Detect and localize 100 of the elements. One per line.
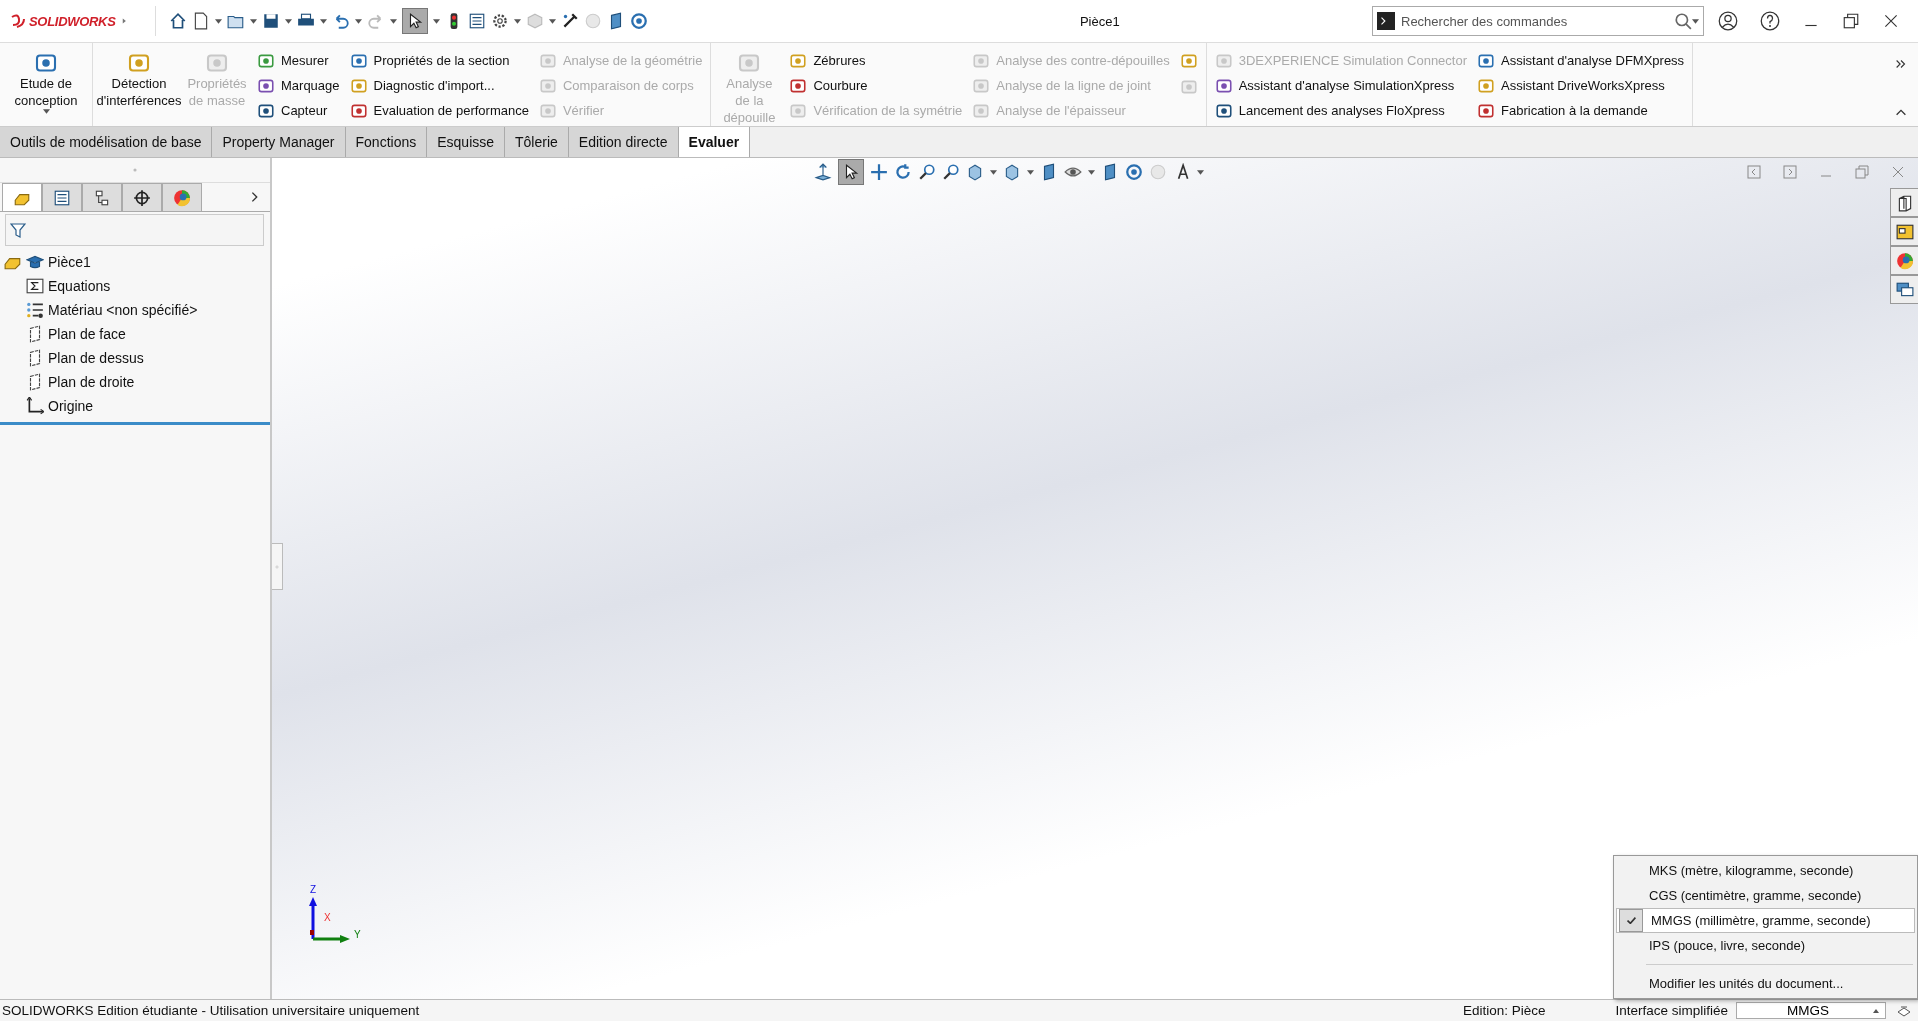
- tree-item[interactable]: Equations: [48, 278, 111, 294]
- ribbon-button[interactable]: Courbure: [787, 74, 965, 97]
- edit-mode-label: Edition: Pièce: [1462, 1003, 1546, 1018]
- zoom-icon[interactable]: [918, 163, 936, 181]
- caret-icon[interactable]: [249, 18, 257, 24]
- tree-item[interactable]: Matériau <non spécifié>: [48, 302, 198, 318]
- ribbon-button[interactable]: Mesurer: [255, 49, 342, 72]
- ribbon-button[interactable]: Etude de conception: [6, 47, 86, 122]
- tree-item[interactable]: Pièce1: [48, 254, 91, 270]
- axis-label: Z: [310, 884, 317, 895]
- spiral-icon[interactable]: [1125, 163, 1143, 181]
- ribbon-button[interactable]: Assistant d'analyse DFMXpress: [1475, 49, 1687, 72]
- panel-tab[interactable]: [82, 183, 122, 211]
- tab[interactable]: Outils de modélisation de base: [0, 127, 213, 157]
- ribbon-button[interactable]: Propriétés de la section: [347, 49, 531, 72]
- home-icon[interactable]: [168, 12, 187, 30]
- task-pane-tab[interactable]: [1890, 246, 1918, 275]
- caret-up-icon: [1873, 1008, 1879, 1013]
- double-chevron-icon[interactable]: [1894, 57, 1908, 71]
- material-icon: [26, 301, 44, 319]
- sigma-folder-icon: [26, 277, 44, 295]
- splitter-handle[interactable]: [272, 543, 283, 590]
- task-pane-tab[interactable]: [1890, 188, 1918, 217]
- ribbon-button[interactable]: Fabrication à la demande: [1475, 99, 1687, 122]
- list-icon[interactable]: [467, 12, 486, 30]
- panel-tab[interactable]: [122, 183, 162, 211]
- logo-icon: [10, 13, 26, 29]
- menu-item[interactable]: MMGS (millimètre, gramme, seconde): [1616, 908, 1915, 933]
- task-pane-tab[interactable]: [1890, 275, 1918, 304]
- tool-icon: [127, 51, 151, 75]
- units-dropdown[interactable]: MMGS: [1736, 1002, 1886, 1019]
- tool-icon: [205, 51, 229, 75]
- filter-icon[interactable]: [10, 221, 26, 239]
- caret-icon[interactable]: [513, 18, 521, 24]
- caret-icon[interactable]: [548, 18, 556, 24]
- tab[interactable]: Tôlerie: [505, 127, 569, 157]
- interface-label[interactable]: Interface simplifiée: [1615, 1003, 1728, 1018]
- caret-icon[interactable]: [1088, 169, 1095, 175]
- color-wheel-icon: [173, 188, 191, 207]
- tool-icon: [1179, 78, 1198, 96]
- tab[interactable]: Evaluer: [678, 127, 751, 157]
- caret-icon[interactable]: [1197, 169, 1204, 175]
- panel-tab[interactable]: [42, 183, 82, 211]
- chat-icon[interactable]: [1895, 280, 1914, 299]
- caret-icon[interactable]: [1027, 169, 1034, 175]
- tree-item[interactable]: Plan de dessus: [48, 350, 144, 366]
- ribbon-button[interactable]: Lancement des analyses FloXpress: [1212, 99, 1469, 122]
- ribbon-button[interactable]: Evaluation de performance: [347, 99, 531, 122]
- caret-icon[interactable]: [354, 18, 362, 24]
- tree-item[interactable]: Plan de face: [48, 326, 126, 342]
- settings-icon[interactable]: [490, 12, 509, 30]
- status-text: SOLIDWORKS Edition étudiante - Utilisation universitaire uniquement: [1, 1003, 421, 1018]
- close-icon[interactable]: [1882, 12, 1900, 30]
- tab[interactable]: Fonctions: [345, 127, 428, 157]
- menu-item[interactable]: Modifier les unités du document...: [1616, 971, 1915, 996]
- zoom-icon[interactable]: [942, 163, 960, 181]
- tab[interactable]: Property Manager: [212, 127, 346, 157]
- menu-item[interactable]: IPS (pouce, livre, seconde): [1616, 933, 1915, 958]
- explorer-icon[interactable]: [1895, 222, 1914, 241]
- spiral-icon[interactable]: [629, 12, 648, 30]
- view-cube-icon[interactable]: [966, 163, 984, 181]
- ribbon-button[interactable]: Assistant DriveWorksXpress: [1475, 74, 1687, 97]
- appearance-icon[interactable]: [1895, 251, 1914, 270]
- rotate-icon[interactable]: [894, 163, 912, 181]
- caret-icon[interactable]: [284, 18, 292, 24]
- menu-item[interactable]: MKS (mètre, kilogramme, seconde): [1616, 858, 1915, 883]
- tool-icon: [1179, 52, 1198, 70]
- caret-icon[interactable]: [432, 18, 440, 24]
- ribbon-button[interactable]: Zébrures: [787, 49, 965, 72]
- caret-icon[interactable]: [389, 18, 397, 24]
- move-icon[interactable]: [870, 163, 888, 181]
- filter-field[interactable]: [5, 214, 264, 246]
- normal-to-icon[interactable]: [814, 163, 832, 181]
- user-icon[interactable]: [1718, 11, 1738, 31]
- view-cube-icon[interactable]: [1003, 163, 1021, 181]
- ribbon-button[interactable]: Assistant d'analyse SimulationXpress: [1212, 74, 1469, 97]
- caret-icon[interactable]: [214, 18, 222, 24]
- tab[interactable]: Esquisse: [427, 127, 506, 157]
- caret-icon[interactable]: [42, 109, 50, 114]
- panel-left-icon[interactable]: [1746, 164, 1762, 180]
- caret-icon[interactable]: [1692, 18, 1699, 24]
- help-icon[interactable]: [1760, 11, 1780, 31]
- caret-icon[interactable]: [319, 18, 327, 24]
- caret-icon[interactable]: [990, 169, 997, 175]
- tree-item[interactable]: Origine: [48, 398, 94, 414]
- save-icon[interactable]: [261, 12, 280, 30]
- search-icon[interactable]: [1674, 12, 1692, 30]
- panel-right-icon[interactable]: [1782, 164, 1798, 180]
- menu-item[interactable]: CGS (centimètre, gramme, seconde): [1616, 883, 1915, 908]
- ribbon-button[interactable]: Détection d'interférences: [99, 47, 179, 122]
- axis-label: X: [324, 912, 331, 923]
- tree-item[interactable]: Plan de droite: [48, 374, 135, 390]
- grip-dot-icon[interactable]: [274, 563, 280, 570]
- tab[interactable]: Edition directe: [568, 127, 679, 157]
- ribbon-button[interactable]: Diagnostic d'import...: [347, 74, 531, 97]
- search-field[interactable]: Rechercher des commandes: [1372, 6, 1704, 36]
- task-pane-tab[interactable]: [1890, 217, 1918, 246]
- restore-icon[interactable]: [1842, 12, 1860, 30]
- ribbon-button[interactable]: Marquage: [255, 74, 342, 97]
- ribbon-button[interactable]: Capteur: [255, 99, 342, 122]
